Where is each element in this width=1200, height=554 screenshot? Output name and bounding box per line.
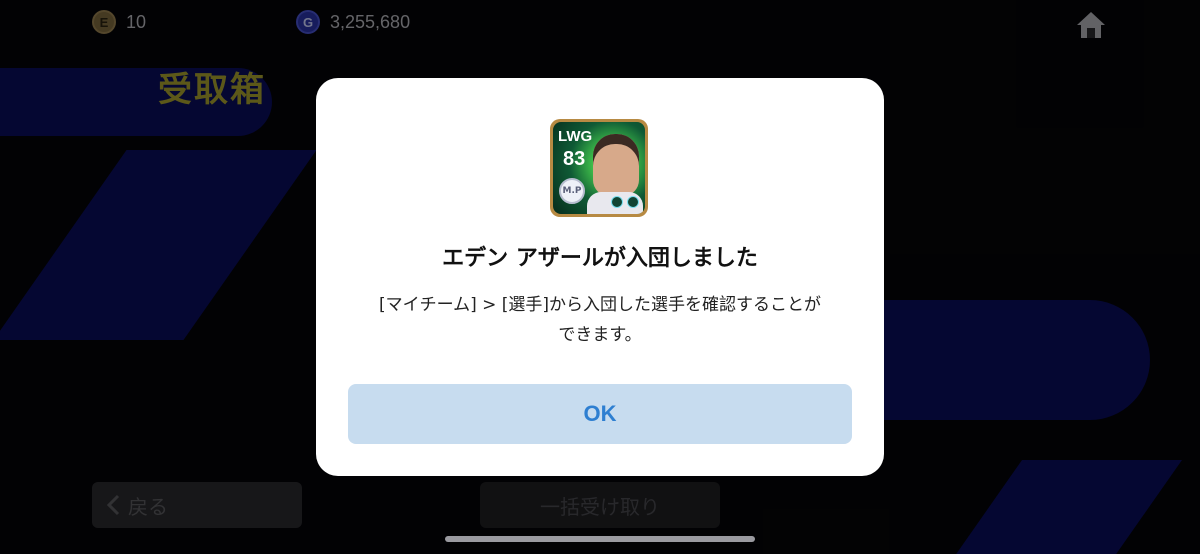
ok-button[interactable]: OK xyxy=(348,384,852,444)
signing-dialog: LWG 83 M.P エデン アザールが入団しました [マイチーム] > [選手… xyxy=(316,78,884,476)
player-position: LWG xyxy=(558,128,593,145)
player-card-art: LWG 83 M.P xyxy=(553,122,645,214)
player-card: LWG 83 M.P xyxy=(550,119,648,217)
dialog-title: エデン アザールが入団しました xyxy=(442,246,758,271)
dialog-message: [マイチーム] > [選手]から入団した選手を確認することが できます。 xyxy=(356,290,844,350)
dialog-message-line2: できます。 xyxy=(558,325,642,345)
home-indicator[interactable] xyxy=(445,536,755,542)
skill-icon xyxy=(627,196,639,208)
card-icons xyxy=(611,196,639,208)
dialog-message-line1: [マイチーム] > [選手]から入団した選手を確認することが xyxy=(378,295,822,315)
club-badge-icon: M.P xyxy=(559,178,585,204)
epic-icon xyxy=(611,196,623,208)
player-rating: 83 xyxy=(563,148,586,170)
player-portrait xyxy=(593,134,639,196)
